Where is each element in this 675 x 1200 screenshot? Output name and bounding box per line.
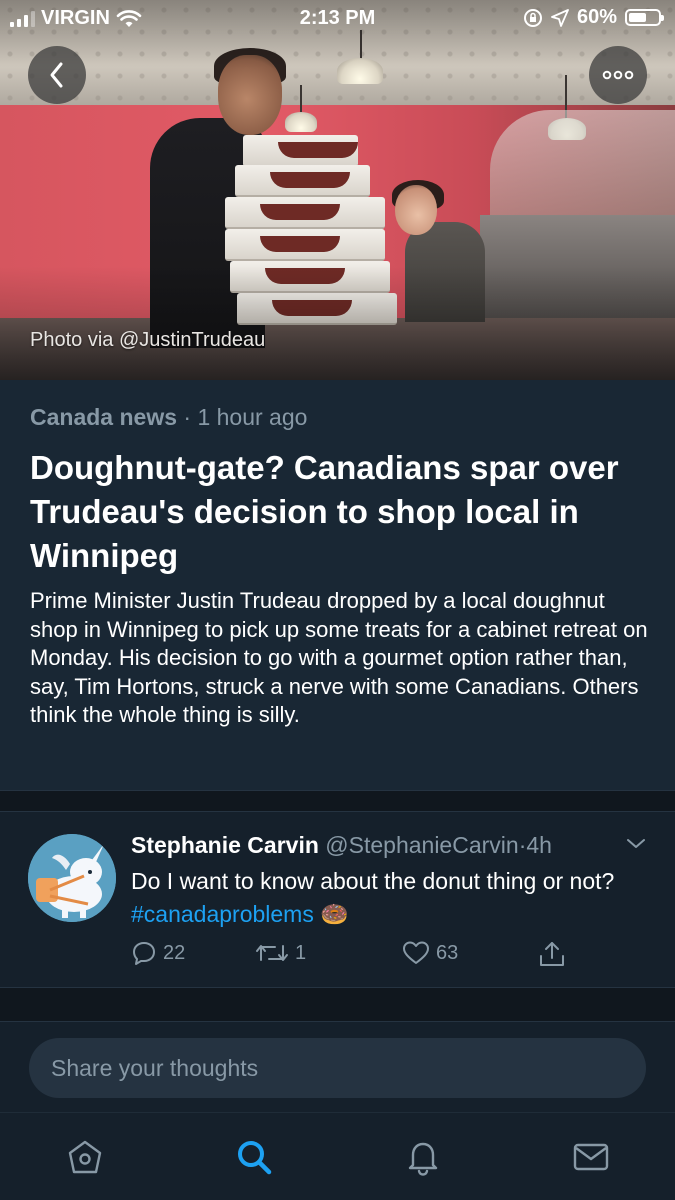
retweet-icon [256, 945, 288, 961]
back-button[interactable] [28, 46, 86, 104]
tab-notifications[interactable] [401, 1135, 445, 1179]
tweet-actions: 22 1 63 [131, 940, 591, 970]
photo-caption: Photo via @JustinTrudeau [30, 329, 266, 351]
share-icon [540, 942, 564, 966]
tab-messages[interactable] [569, 1135, 613, 1179]
tab-search[interactable] [232, 1135, 276, 1179]
chevron-down-icon [627, 839, 645, 848]
composer-area: Share your thoughts [0, 1022, 675, 1112]
status-bar: VIRGIN 2:13 PM 60% [0, 0, 675, 38]
article-headline: Doughnut-gate? Canadians spar over Trude… [30, 449, 619, 574]
tweet-text: Do I want to know about the donut thing … [131, 865, 651, 931]
photo-shade [0, 0, 675, 380]
more-dots-icon [602, 70, 634, 80]
tweet[interactable]: Stephanie Carvin @StephanieCarvin·4h Do … [0, 812, 675, 988]
tweet-hashtag[interactable]: #canadaproblems [131, 901, 314, 927]
share-button[interactable] [538, 940, 566, 968]
article-time: 1 hour ago [197, 404, 308, 430]
bell-icon [408, 1142, 438, 1176]
battery-fill [629, 13, 646, 22]
chevron-left-icon [50, 62, 63, 88]
tweet-header: Stephanie Carvin @StephanieCarvin·4h [131, 832, 552, 859]
news-article: Canada news · 1 hour ago Doughnut-gate? … [0, 380, 675, 790]
more-options-button[interactable] [589, 46, 647, 104]
mail-icon [573, 1143, 609, 1171]
article-meta: Canada news · 1 hour ago [30, 404, 307, 431]
section-divider [0, 988, 675, 1022]
tab-home[interactable] [63, 1135, 107, 1179]
tweet-author-name[interactable]: Stephanie Carvin [131, 832, 319, 858]
orientation-lock-icon [523, 8, 542, 27]
meta-separator: · [183, 404, 192, 430]
doughnut-emoji: 🍩 [320, 901, 349, 927]
status-right: 60% [523, 6, 664, 29]
hero-photo: Photo via @JustinTrudeau [0, 0, 675, 380]
tweet-options-button[interactable] [624, 836, 648, 857]
search-icon [238, 1141, 272, 1175]
avatar[interactable] [28, 834, 116, 922]
battery-icon [625, 9, 664, 26]
like-button[interactable]: 63 [402, 940, 458, 966]
reply-count: 22 [163, 941, 186, 964]
like-count: 63 [436, 941, 459, 964]
location-icon [551, 8, 569, 27]
retweet-button[interactable]: 1 [255, 940, 306, 966]
heart-icon [403, 941, 429, 964]
tweet-time: 4h [526, 832, 552, 858]
reply-button[interactable]: 22 [131, 940, 185, 966]
section-divider [0, 790, 675, 812]
reply-icon [133, 942, 155, 965]
battery-percent: 60% [576, 6, 617, 28]
share-thoughts-input[interactable]: Share your thoughts [29, 1038, 646, 1098]
unicorn-avatar-image [28, 834, 116, 922]
tweet-body: Do I want to know about the donut thing … [131, 868, 615, 894]
tab-bar [0, 1112, 675, 1200]
retweet-count: 1 [295, 941, 307, 964]
article-source[interactable]: Canada news [30, 404, 177, 430]
article-summary: Prime Minister Justin Trudeau dropped by… [30, 588, 648, 728]
home-icon [68, 1140, 102, 1174]
tweet-author-handle[interactable]: @StephanieCarvin [325, 832, 518, 858]
